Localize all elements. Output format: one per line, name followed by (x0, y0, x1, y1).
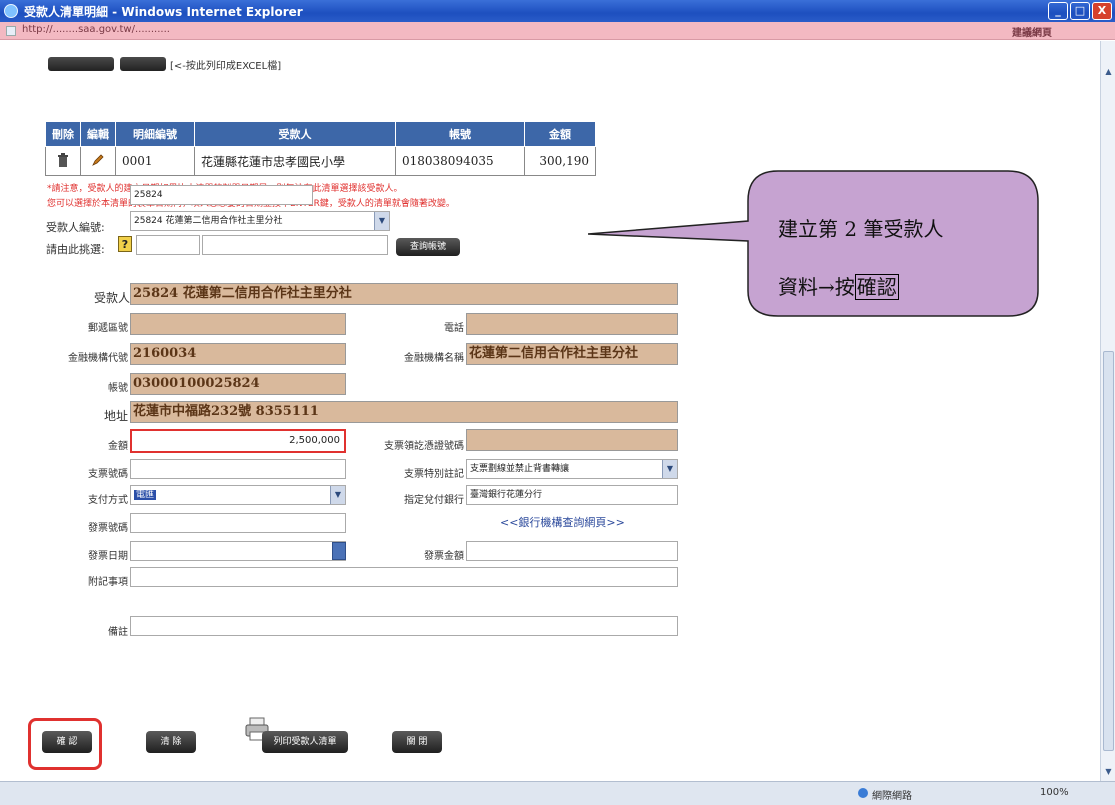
close-window-button[interactable]: X (1092, 2, 1112, 20)
callout-line-1: 建立第 2 筆受款人 (778, 217, 944, 241)
remarks-input[interactable] (130, 567, 678, 587)
security-zone: 網際網路 (872, 791, 912, 802)
phone-label: 電話 (444, 323, 464, 334)
col-amount: 金額 (524, 121, 596, 147)
window-title: 受款人清單明細 - Windows Internet Explorer (24, 5, 303, 19)
chevron-down-icon: ▼ (330, 486, 345, 504)
table-header-row: 刪除 編輯 明細編號 受款人 帳號 金額 (45, 121, 596, 147)
page-content: [<-按此列印成EXCEL檔] 刪除 編輯 明細編號 受款人 帳號 金額 000… (0, 41, 1100, 781)
cheque-no-input[interactable] (130, 459, 346, 479)
payee-id-label: 受款人編號: (46, 221, 105, 234)
address-field: 花蓮市中福路232號 8355111 (130, 401, 678, 423)
suggested-sites-link[interactable]: 建議網頁 (1012, 24, 1052, 39)
account-label: 帳號 (108, 383, 128, 394)
pay-method-value: 電匯 (134, 490, 157, 500)
bank-select-label: 請由此挑選: (46, 243, 105, 256)
clear-button[interactable]: 清 除 (146, 731, 196, 753)
cell-amount: 300,190 (524, 146, 596, 176)
address-label: 地址 (103, 409, 128, 423)
cheque-cert-field (466, 429, 678, 451)
cell-payee: 花蓮縣花蓮市忠孝國民小學 (194, 146, 396, 176)
delete-icon[interactable] (45, 146, 81, 176)
postal-label: 郵遞區號 (88, 323, 128, 334)
bank-name-field: 花蓮第二信用合作社主里分社 (466, 343, 678, 365)
pay-method-select[interactable]: 電匯 ▼ (130, 485, 346, 505)
payee-id-input[interactable]: 25824 (130, 185, 313, 205)
bank-code-field: 2160034 (130, 343, 346, 365)
table-row: 0001 花蓮縣花蓮市忠孝國民小學 018038094035 300,190 (45, 146, 596, 176)
instruction-callout: 建立第 2 筆受款人 資料→按 確認 (588, 161, 1048, 321)
scroll-thumb[interactable] (1103, 351, 1114, 751)
callout-line-2: 資料→按 確認 (778, 271, 899, 300)
memo-label: 備註 (108, 627, 128, 638)
remarks-label: 附記事項 (88, 577, 128, 588)
cheque-special-select[interactable]: 支票劃線並禁止背書轉讓 ▼ (466, 459, 678, 479)
cell-detail-no: 0001 (115, 146, 195, 176)
maximize-button[interactable]: □ (1070, 2, 1090, 20)
chevron-down-icon: ▼ (662, 460, 677, 478)
cheque-no-label: 支票號碼 (88, 469, 128, 480)
designated-bank-input[interactable]: 臺灣銀行花蓮分行 (466, 485, 678, 505)
window-titlebar: 受款人清單明細 - Windows Internet Explorer _ □ … (0, 0, 1115, 22)
print-payee-list-button[interactable]: 列印受款人清單 (262, 731, 348, 753)
col-delete: 刪除 (45, 121, 81, 147)
account-field: 03000100025824 (130, 373, 346, 395)
status-bar: 網際網路 100% (0, 781, 1115, 805)
export-button[interactable] (48, 57, 114, 71)
cheque-special-label: 支票特別註記 (404, 469, 464, 480)
postal-field (130, 313, 346, 335)
bank-name-label: 金融機構名稱 (404, 353, 464, 364)
bank-list-link[interactable]: <<銀行機構查詢網頁>> (500, 514, 625, 530)
memo-input[interactable] (130, 616, 678, 636)
col-detail-no: 明細編號 (115, 121, 195, 147)
search-input-2[interactable] (202, 235, 388, 255)
zoom-level[interactable]: 100% (1040, 787, 1069, 798)
invoice-date-label: 發票日期 (88, 551, 128, 562)
col-payee: 受款人 (194, 121, 396, 147)
invoice-date-input[interactable] (130, 541, 346, 561)
excel-note: [<-按此列印成EXCEL檔] (170, 61, 282, 72)
cheque-special-value: 支票劃線並禁止背書轉讓 (470, 464, 570, 474)
address-bar: http://........saa.gov.tw/........... 建議… (0, 22, 1115, 40)
col-account: 帳號 (395, 121, 525, 147)
help-icon[interactable]: ? (118, 236, 132, 252)
confirm-button[interactable]: 確 認 (42, 731, 92, 753)
callout-line-2-prefix: 資料→按 (778, 275, 855, 299)
vertical-scrollbar[interactable]: ▲ ▼ (1100, 41, 1115, 781)
amount-label: 金額 (108, 441, 128, 452)
ie-icon (4, 4, 18, 18)
payee-label: 受款人 (93, 291, 130, 305)
invoice-no-label: 發票號碼 (88, 523, 128, 534)
scroll-up-icon[interactable]: ▲ (1104, 67, 1113, 76)
edit-pencil-icon[interactable] (80, 146, 116, 176)
chevron-down-icon: ▼ (374, 212, 389, 230)
bank-select-value: 25824 花蓮第二信用合作社主里分社 (134, 216, 283, 226)
bank-select[interactable]: 25824 花蓮第二信用合作社主里分社 ▼ (130, 211, 390, 231)
query-button[interactable]: 查詢帳號 (396, 238, 460, 256)
globe-icon (858, 788, 868, 798)
amount-input[interactable]: 2,500,000 (130, 429, 346, 453)
calendar-icon[interactable] (332, 542, 346, 560)
search-input-1[interactable] (136, 235, 200, 255)
scroll-down-icon[interactable]: ▼ (1104, 767, 1113, 776)
url-text[interactable]: http://........saa.gov.tw/........... (22, 24, 170, 35)
pay-method-label: 支付方式 (88, 495, 128, 506)
cell-account: 018038094035 (395, 146, 525, 176)
print-list-button[interactable] (120, 57, 166, 71)
cheque-cert-label: 支票領訖憑證號碼 (384, 441, 464, 452)
col-edit: 編輯 (80, 121, 116, 147)
invoice-amount-input[interactable] (466, 541, 678, 561)
minimize-button[interactable]: _ (1048, 2, 1068, 20)
bank-code-label: 金融機構代號 (68, 353, 128, 364)
invoice-amount-label: 發票金額 (424, 551, 464, 562)
page-icon (6, 26, 16, 36)
invoice-no-input[interactable] (130, 513, 346, 533)
close-button[interactable]: 關 閉 (392, 731, 442, 753)
payee-table: 刪除 編輯 明細編號 受款人 帳號 金額 0001 花蓮縣花蓮市忠孝國民小學 0… (45, 121, 596, 176)
callout-confirm-boxed: 確認 (854, 274, 899, 300)
designated-bank-label: 指定兌付銀行 (404, 495, 464, 506)
